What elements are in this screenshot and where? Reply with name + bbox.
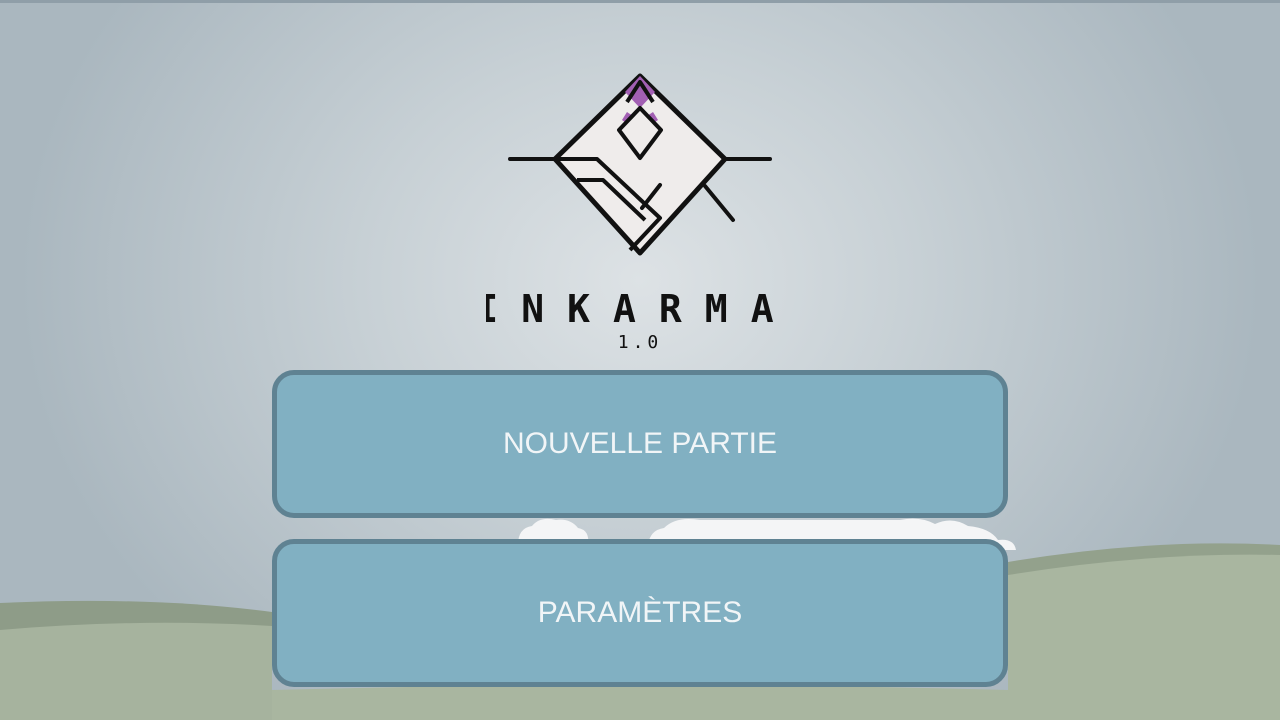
settings-label: PARAMÈTRES bbox=[537, 596, 743, 629]
ground-bottom bbox=[272, 685, 1008, 720]
hill-front-right bbox=[1008, 554, 1280, 720]
game-title-text: INKARMA bbox=[486, 288, 786, 328]
hill-front-left bbox=[0, 622, 272, 720]
settings-button[interactable]: PARAMÈTRES bbox=[272, 539, 1008, 687]
new-game-button[interactable]: NOUVELLE PARTIE bbox=[272, 370, 1008, 518]
inkarma-logo bbox=[508, 73, 772, 256]
game-title: INKARMA bbox=[486, 288, 786, 328]
game-version: 1.0 bbox=[617, 332, 663, 353]
new-game-label: NOUVELLE PARTIE bbox=[503, 427, 777, 460]
